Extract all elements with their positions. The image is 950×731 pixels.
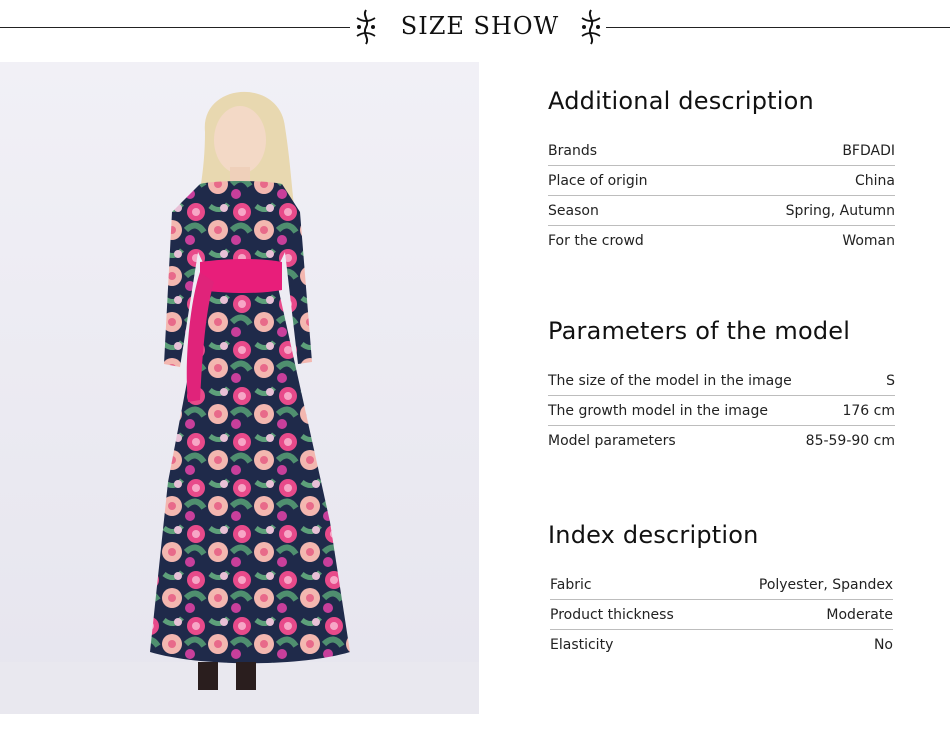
- row-label: Brands: [548, 142, 597, 159]
- row-value: Polyester, Spandex: [758, 576, 893, 593]
- ornament-icon-left: [356, 9, 376, 45]
- row-value: Moderate: [826, 606, 893, 623]
- table-row: Elasticity No: [550, 630, 893, 660]
- header-rule-left: [0, 27, 350, 28]
- section-title: SIZE SHOW: [400, 12, 560, 40]
- row-label: The size of the model in the image: [548, 372, 792, 389]
- index-rows: Fabric Polyester, Spandex Product thickn…: [550, 570, 893, 660]
- row-label: Model parameters: [548, 433, 676, 449]
- table-row: The growth model in the image 176 cm: [548, 396, 895, 426]
- table-row: Place of origin China: [548, 166, 895, 196]
- table-row: Product thickness Moderate: [550, 600, 893, 630]
- size-show-header: SIZE SHOW: [0, 0, 950, 60]
- row-label: Elasticity: [550, 637, 614, 653]
- header-rule-right: [606, 27, 950, 28]
- table-row: Model parameters 85-59-90 cm: [548, 426, 895, 456]
- row-value: Spring, Autumn: [785, 202, 895, 219]
- row-label: The growth model in the image: [548, 402, 768, 419]
- row-value: BFDADI: [842, 142, 895, 159]
- index-description-heading: Index description: [548, 521, 759, 549]
- row-label: Season: [548, 202, 599, 219]
- row-value: S: [886, 372, 895, 389]
- additional-rows: Brands BFDADI Place of origin China Seas…: [548, 136, 895, 256]
- row-label: For the crowd: [548, 233, 644, 249]
- index-description-section: Index description Fabric Polyester, Span…: [548, 521, 896, 653]
- model-photo: [0, 62, 479, 714]
- row-value: 85-59-90 cm: [805, 433, 895, 449]
- table-row: Fabric Polyester, Spandex: [550, 570, 893, 600]
- ornament-icon-right: [581, 9, 601, 45]
- additional-description-heading: Additional description: [548, 87, 814, 115]
- row-label: Place of origin: [548, 172, 648, 189]
- row-value: 176 cm: [842, 402, 895, 419]
- table-row: The size of the model in the image S: [548, 366, 895, 396]
- row-value: Woman: [842, 233, 895, 249]
- additional-description-section: Additional description Brands BFDADI Pla…: [548, 87, 896, 249]
- table-row: Brands BFDADI: [548, 136, 895, 166]
- model-illustration: [0, 62, 479, 714]
- table-row: Season Spring, Autumn: [548, 196, 895, 226]
- row-label: Product thickness: [550, 606, 674, 623]
- model-parameters-heading: Parameters of the model: [548, 317, 851, 345]
- row-label: Fabric: [550, 576, 592, 593]
- model-parameters-section: Parameters of the model The size of the …: [548, 317, 896, 449]
- row-value: China: [855, 172, 895, 189]
- model-rows: The size of the model in the image S The…: [548, 366, 895, 456]
- table-row: For the crowd Woman: [548, 226, 895, 256]
- row-value: No: [873, 637, 893, 653]
